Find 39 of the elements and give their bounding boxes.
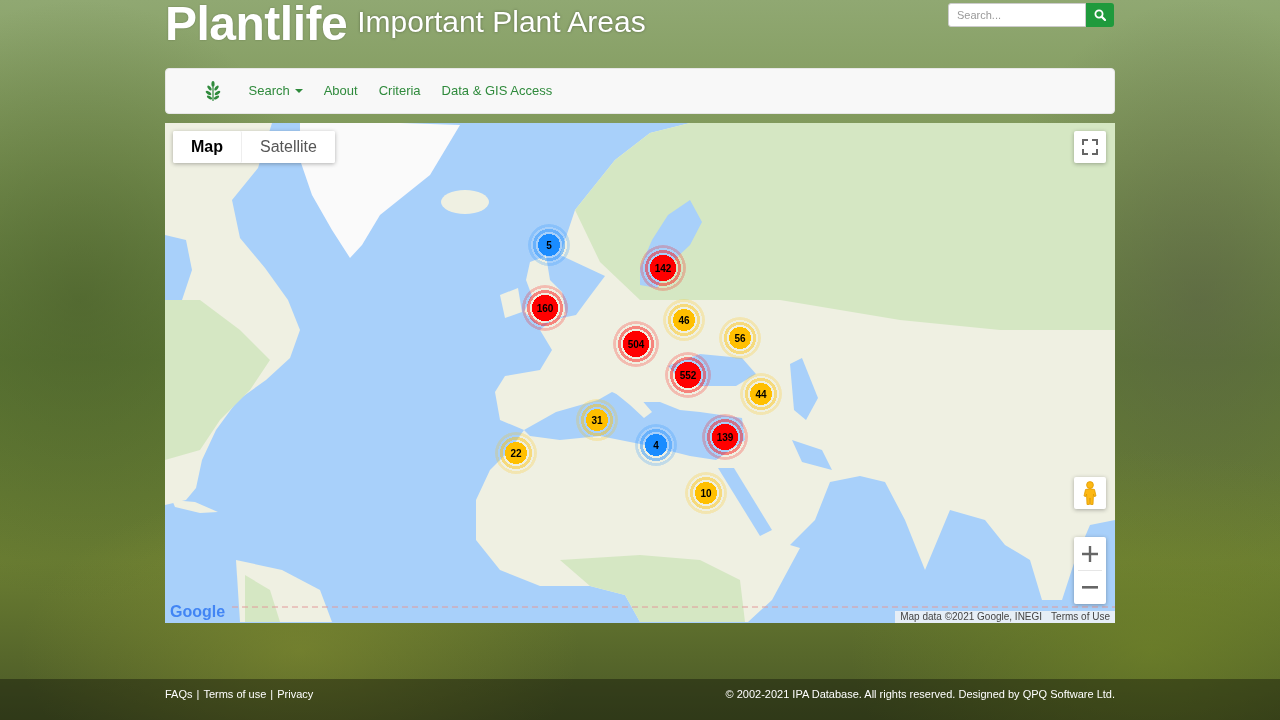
terms-link[interactable]: Terms of Use xyxy=(1051,611,1110,623)
map-type-tab[interactable]: Map xyxy=(173,131,242,163)
footer-link[interactable]: Terms of use xyxy=(203,687,267,701)
map-type-tab[interactable]: Satellite xyxy=(242,131,335,163)
nav-link[interactable]: Data & GIS Access xyxy=(431,83,563,99)
cluster-marker[interactable]: 46 xyxy=(663,299,705,341)
cluster-marker[interactable]: 142 xyxy=(640,245,686,291)
cluster-marker[interactable]: 22 xyxy=(495,432,537,474)
fullscreen-button[interactable] xyxy=(1074,131,1106,163)
cluster-marker[interactable]: 56 xyxy=(719,317,761,359)
cluster-marker[interactable]: 10 xyxy=(685,472,727,514)
separator: | xyxy=(270,687,274,701)
search-icon xyxy=(1094,9,1106,21)
cluster-marker[interactable]: 160 xyxy=(522,285,568,331)
plus-icon xyxy=(1082,545,1098,562)
copyright-text: © 2002-2021 IPA Database. All rights reserved. Designed by QPQ Software Ltd. xyxy=(725,687,1115,701)
separator: | xyxy=(196,687,200,701)
home-link[interactable] xyxy=(205,81,221,101)
nav-link[interactable]: Criteria xyxy=(368,83,432,99)
site-title: Important Plant Areas xyxy=(357,5,646,39)
fullscreen-icon xyxy=(1082,139,1098,155)
cluster-marker[interactable]: 504 xyxy=(613,321,659,367)
cluster-marker[interactable]: 552 xyxy=(665,352,711,398)
footer-link[interactable]: FAQs xyxy=(165,687,193,701)
sprig-icon xyxy=(205,81,221,101)
footer-link[interactable]: Privacy xyxy=(277,687,314,701)
nav-link[interactable]: About xyxy=(313,83,369,99)
cluster-marker[interactable]: 139 xyxy=(702,414,748,460)
search-field[interactable]: Search... xyxy=(948,3,1086,27)
caret-icon xyxy=(294,89,303,93)
cluster-marker[interactable]: 5 xyxy=(528,224,570,266)
cluster-marker[interactable]: 31 xyxy=(576,399,618,441)
minus-icon xyxy=(1082,586,1098,589)
nav-dropdown[interactable]: Search xyxy=(238,83,314,99)
map-data-credit: Map data ©2021 Google, INEGI xyxy=(900,611,1043,623)
search-button[interactable] xyxy=(1086,3,1114,27)
person-icon xyxy=(1083,481,1097,505)
cluster-marker[interactable]: 4 xyxy=(635,424,677,466)
cluster-marker[interactable]: 44 xyxy=(740,373,782,415)
